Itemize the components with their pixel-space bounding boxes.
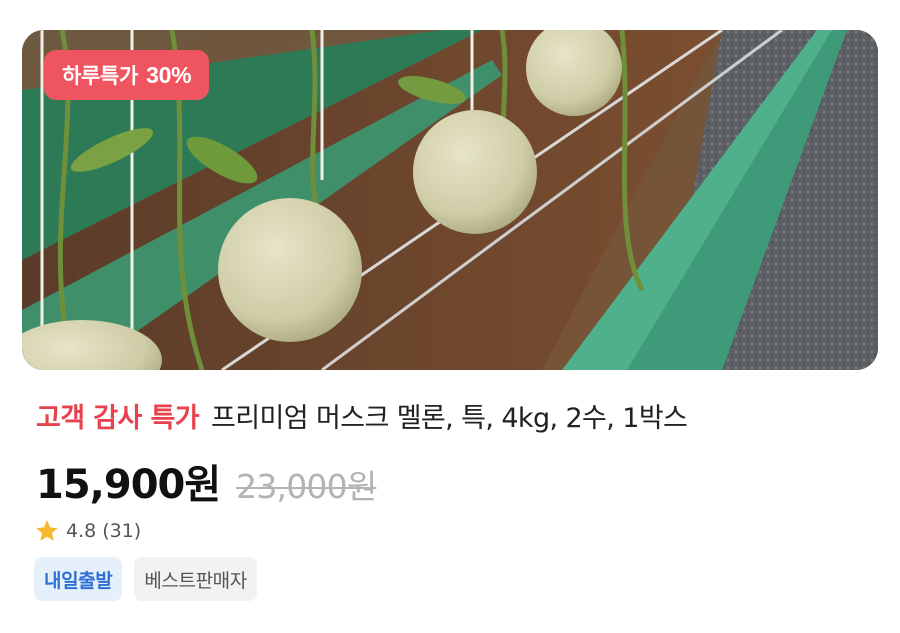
product-image[interactable]: 하루특가 30% — [22, 30, 878, 370]
heart-icon — [804, 298, 878, 370]
sale-price: 15,900원 — [36, 462, 221, 508]
product-card[interactable]: 하루특가 30% 고객 감사 특가 프리미엄 머스크 멜론, 특, 4kg, 2수… — [0, 0, 900, 633]
original-price: 23,000원 — [236, 467, 377, 506]
price-row: 15,900원 23,000원 — [36, 452, 377, 510]
product-title[interactable]: 고객 감사 특가 프리미엄 머스크 멜론, 특, 4kg, 2수, 1박스 — [36, 396, 876, 435]
best-seller-tag: 베스트판매자 — [134, 557, 257, 601]
discount-percent: 30% — [146, 61, 192, 88]
rating-score: 4.8 — [66, 520, 97, 542]
promo-label: 고객 감사 특가 — [36, 403, 200, 434]
rating: 4.8 (31) — [34, 518, 141, 544]
wishlist-button[interactable] — [804, 298, 860, 350]
product-name: 프리미엄 머스크 멜론, 특, 4kg, 2수, 1박스 — [211, 403, 688, 434]
deal-badge-label: 하루특가 — [62, 64, 139, 88]
review-count: (31) — [102, 520, 142, 542]
tag-list: 내일출발 베스트판매자 — [34, 557, 257, 601]
daily-deal-badge: 하루특가 30% — [44, 50, 210, 100]
delivery-tag: 내일출발 — [34, 557, 123, 601]
star-icon — [36, 520, 58, 541]
